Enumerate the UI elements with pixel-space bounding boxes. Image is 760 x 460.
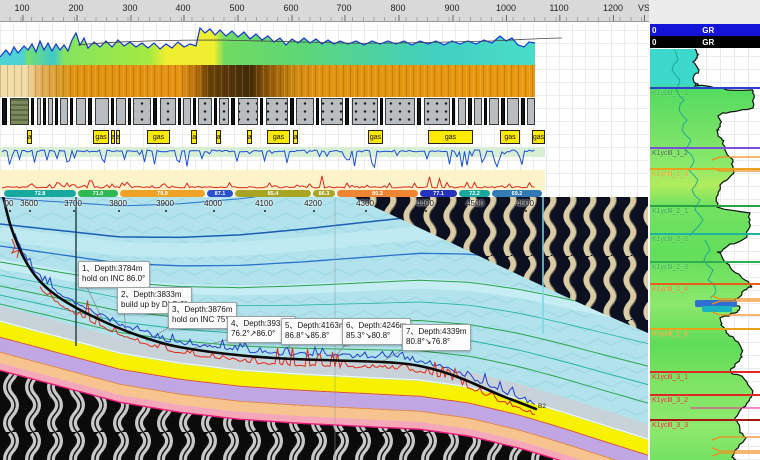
- callout-title: 1、Depth:3784m: [82, 264, 145, 274]
- callout-body: hold on INC 86.0°: [82, 274, 145, 284]
- gr-strat-panel[interactable]: 0 GR 0 GR: [650, 0, 760, 460]
- inclination-segment: 85.4: [235, 190, 311, 197]
- depth-label: 4500: [460, 199, 490, 208]
- callout-body: 86.8°↘85.8°: [285, 331, 345, 341]
- inclination-segment: 71.0: [78, 190, 118, 197]
- depth-label: 4300: [350, 199, 380, 208]
- depth-label: 4600: [510, 199, 540, 208]
- panel-top-spacer: [650, 0, 760, 24]
- callout-title: 5、Depth:4163m: [285, 321, 345, 331]
- formation-top-label: K1ycⅢ_2_1: [652, 207, 688, 215]
- callout-body: 85.3°↘80.8°: [346, 331, 406, 341]
- callout-title: 6、Depth:4246m: [346, 321, 406, 331]
- log-curves-canvas[interactable]: [0, 0, 648, 196]
- gr-curve-title: GR: [656, 26, 760, 35]
- formation-top-label: K1ycⅢ_3_1: [652, 373, 688, 381]
- formation-top-label: K1ycⅢ_3_2: [652, 396, 688, 404]
- inclination-segment: 69.2: [492, 190, 542, 197]
- formation-top-label: K1ycⅢ_2_3: [652, 263, 688, 271]
- formation-top-label: K1ycⅢ_1_3: [652, 170, 688, 178]
- formation-top-label: K1ycⅢ_1_1: [652, 89, 688, 97]
- geosteering-app-window: 100200300400500600700800900100011001200V…: [0, 0, 760, 460]
- formation-top-label: K1ycⅢ_2_4: [652, 285, 688, 293]
- depth-label: 4400: [410, 199, 440, 208]
- target-point-label: B2: [538, 403, 546, 410]
- callout-body: 80.8°↘76.8°: [406, 337, 466, 347]
- gr-curve-title: GR: [656, 38, 760, 47]
- gr-header-row-1[interactable]: 0 GR: [650, 24, 760, 36]
- formation-top-label: K1ycⅢ_2_5: [652, 330, 688, 338]
- gr-header-row-2[interactable]: 0 GR: [650, 36, 760, 48]
- callout-body: hold on INC 75°: [172, 315, 232, 325]
- formation-top-label: K1ycⅢ_2_2: [652, 235, 688, 243]
- callout-title: 2、Depth:3833m: [121, 290, 187, 300]
- inclination-segment: 72.2: [459, 190, 490, 197]
- inclination-bar[interactable]: 72.871.079.987.185.486.380.377.172.269.2: [0, 189, 648, 199]
- survey-callout[interactable]: 7、Depth:4339m80.8°↘76.8°: [402, 324, 471, 351]
- depth-label: 3900: [150, 199, 180, 208]
- callout-title: 7、Depth:4339m: [406, 327, 466, 337]
- formation-top-label: K1ycⅢ_1_2: [652, 149, 688, 157]
- inclination-segment: 72.8: [4, 190, 76, 197]
- formation-top-label: K1ycⅢ_3_3: [652, 421, 688, 429]
- depth-label: 3700: [58, 199, 88, 208]
- inclination-segment: 86.3: [313, 190, 335, 197]
- depth-label: 4000: [198, 199, 228, 208]
- depth-label: 4200: [298, 199, 328, 208]
- callout-title: 3、Depth:3876m: [172, 305, 232, 315]
- inclination-segment: 79.9: [120, 190, 205, 197]
- depth-label: 3800: [103, 199, 133, 208]
- gr-log-canvas[interactable]: K1ycⅢ_1_1 K1ycⅢ_1_2 K1ycⅢ_1_3 K1ycⅢ_2_1 K1yc…: [650, 48, 760, 460]
- survey-callout[interactable]: 5、Depth:4163m86.8°↘85.8°: [281, 318, 350, 345]
- depth-label: 4100: [249, 199, 279, 208]
- inclination-segment: 87.1: [207, 190, 233, 197]
- inclination-segment: 77.1: [420, 190, 457, 197]
- inclination-segment: 80.3: [337, 190, 418, 197]
- survey-callout[interactable]: 1、Depth:3784mhold on INC 86.0°: [78, 261, 150, 288]
- depth-label: 3600: [14, 199, 44, 208]
